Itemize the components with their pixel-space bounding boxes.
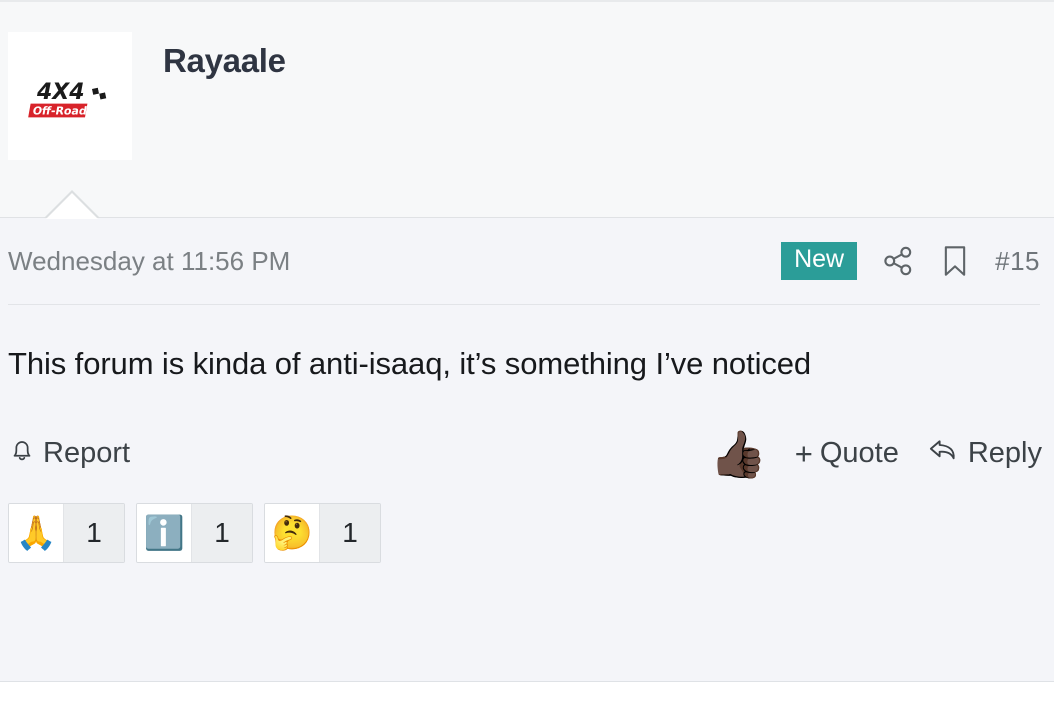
bell-icon — [8, 435, 36, 473]
post-meta-row: Wednesday at 11:56 PM New #15 — [0, 218, 1054, 304]
reply-button[interactable]: Reply — [927, 435, 1042, 473]
avatar[interactable]: 4X4 Off-Road — [8, 32, 132, 160]
post-message: This forum is kinda of anti-isaaq, it’s … — [8, 346, 812, 381]
reply-label: Reply — [967, 437, 1042, 470]
avatar-logo-4x4-offroad: 4X4 Off-Road — [15, 41, 125, 151]
post-actions-row: Report 👍🏿 + Quote Reply — [0, 387, 1054, 477]
folded-hands-icon: 🙏 — [9, 503, 63, 562]
post-date[interactable]: Wednesday at 11:56 PM — [8, 246, 290, 277]
quote-label: Quote — [819, 437, 899, 470]
plus-icon: + — [794, 435, 813, 471]
reaction-chip[interactable]: ℹ️ 1 — [136, 502, 253, 563]
post-actions-right: 👍🏿 + Quote Reply — [709, 431, 1042, 477]
forum-post: 4X4 Off-Road Rayaale Wednesday at 11:56 … — [0, 0, 1054, 682]
status-badge-new: New — [781, 242, 858, 280]
report-label: Report — [43, 437, 131, 470]
information-icon: ℹ️ — [137, 503, 191, 562]
post-meta-actions: New #15 — [781, 242, 1040, 280]
report-button[interactable]: Report — [8, 435, 130, 473]
post-number[interactable]: #15 — [995, 246, 1040, 277]
bookmark-icon[interactable] — [939, 244, 971, 278]
post-header: 4X4 Off-Road Rayaale — [0, 2, 1054, 219]
reaction-chip[interactable]: 🙏 1 — [8, 502, 125, 563]
svg-text:4X4: 4X4 — [36, 80, 85, 105]
svg-text:Off-Road: Off-Road — [32, 105, 88, 118]
reaction-count: 1 — [191, 503, 252, 562]
post-reactions: 🙏 1 ℹ️ 1 🤔 1 — [0, 477, 1054, 563]
reply-arrow-icon — [927, 435, 961, 473]
reaction-count: 1 — [319, 503, 380, 562]
post-arrow-pointer — [44, 190, 100, 219]
like-thumbs-up-icon[interactable]: 👍🏿 — [709, 431, 766, 477]
thinking-face-icon: 🤔 — [265, 503, 319, 562]
share-icon[interactable] — [881, 244, 915, 278]
post-author-name[interactable]: Rayaale — [163, 41, 286, 81]
reaction-count: 1 — [63, 503, 124, 562]
quote-button[interactable]: + Quote — [795, 436, 899, 472]
reaction-chip[interactable]: 🤔 1 — [264, 502, 381, 563]
